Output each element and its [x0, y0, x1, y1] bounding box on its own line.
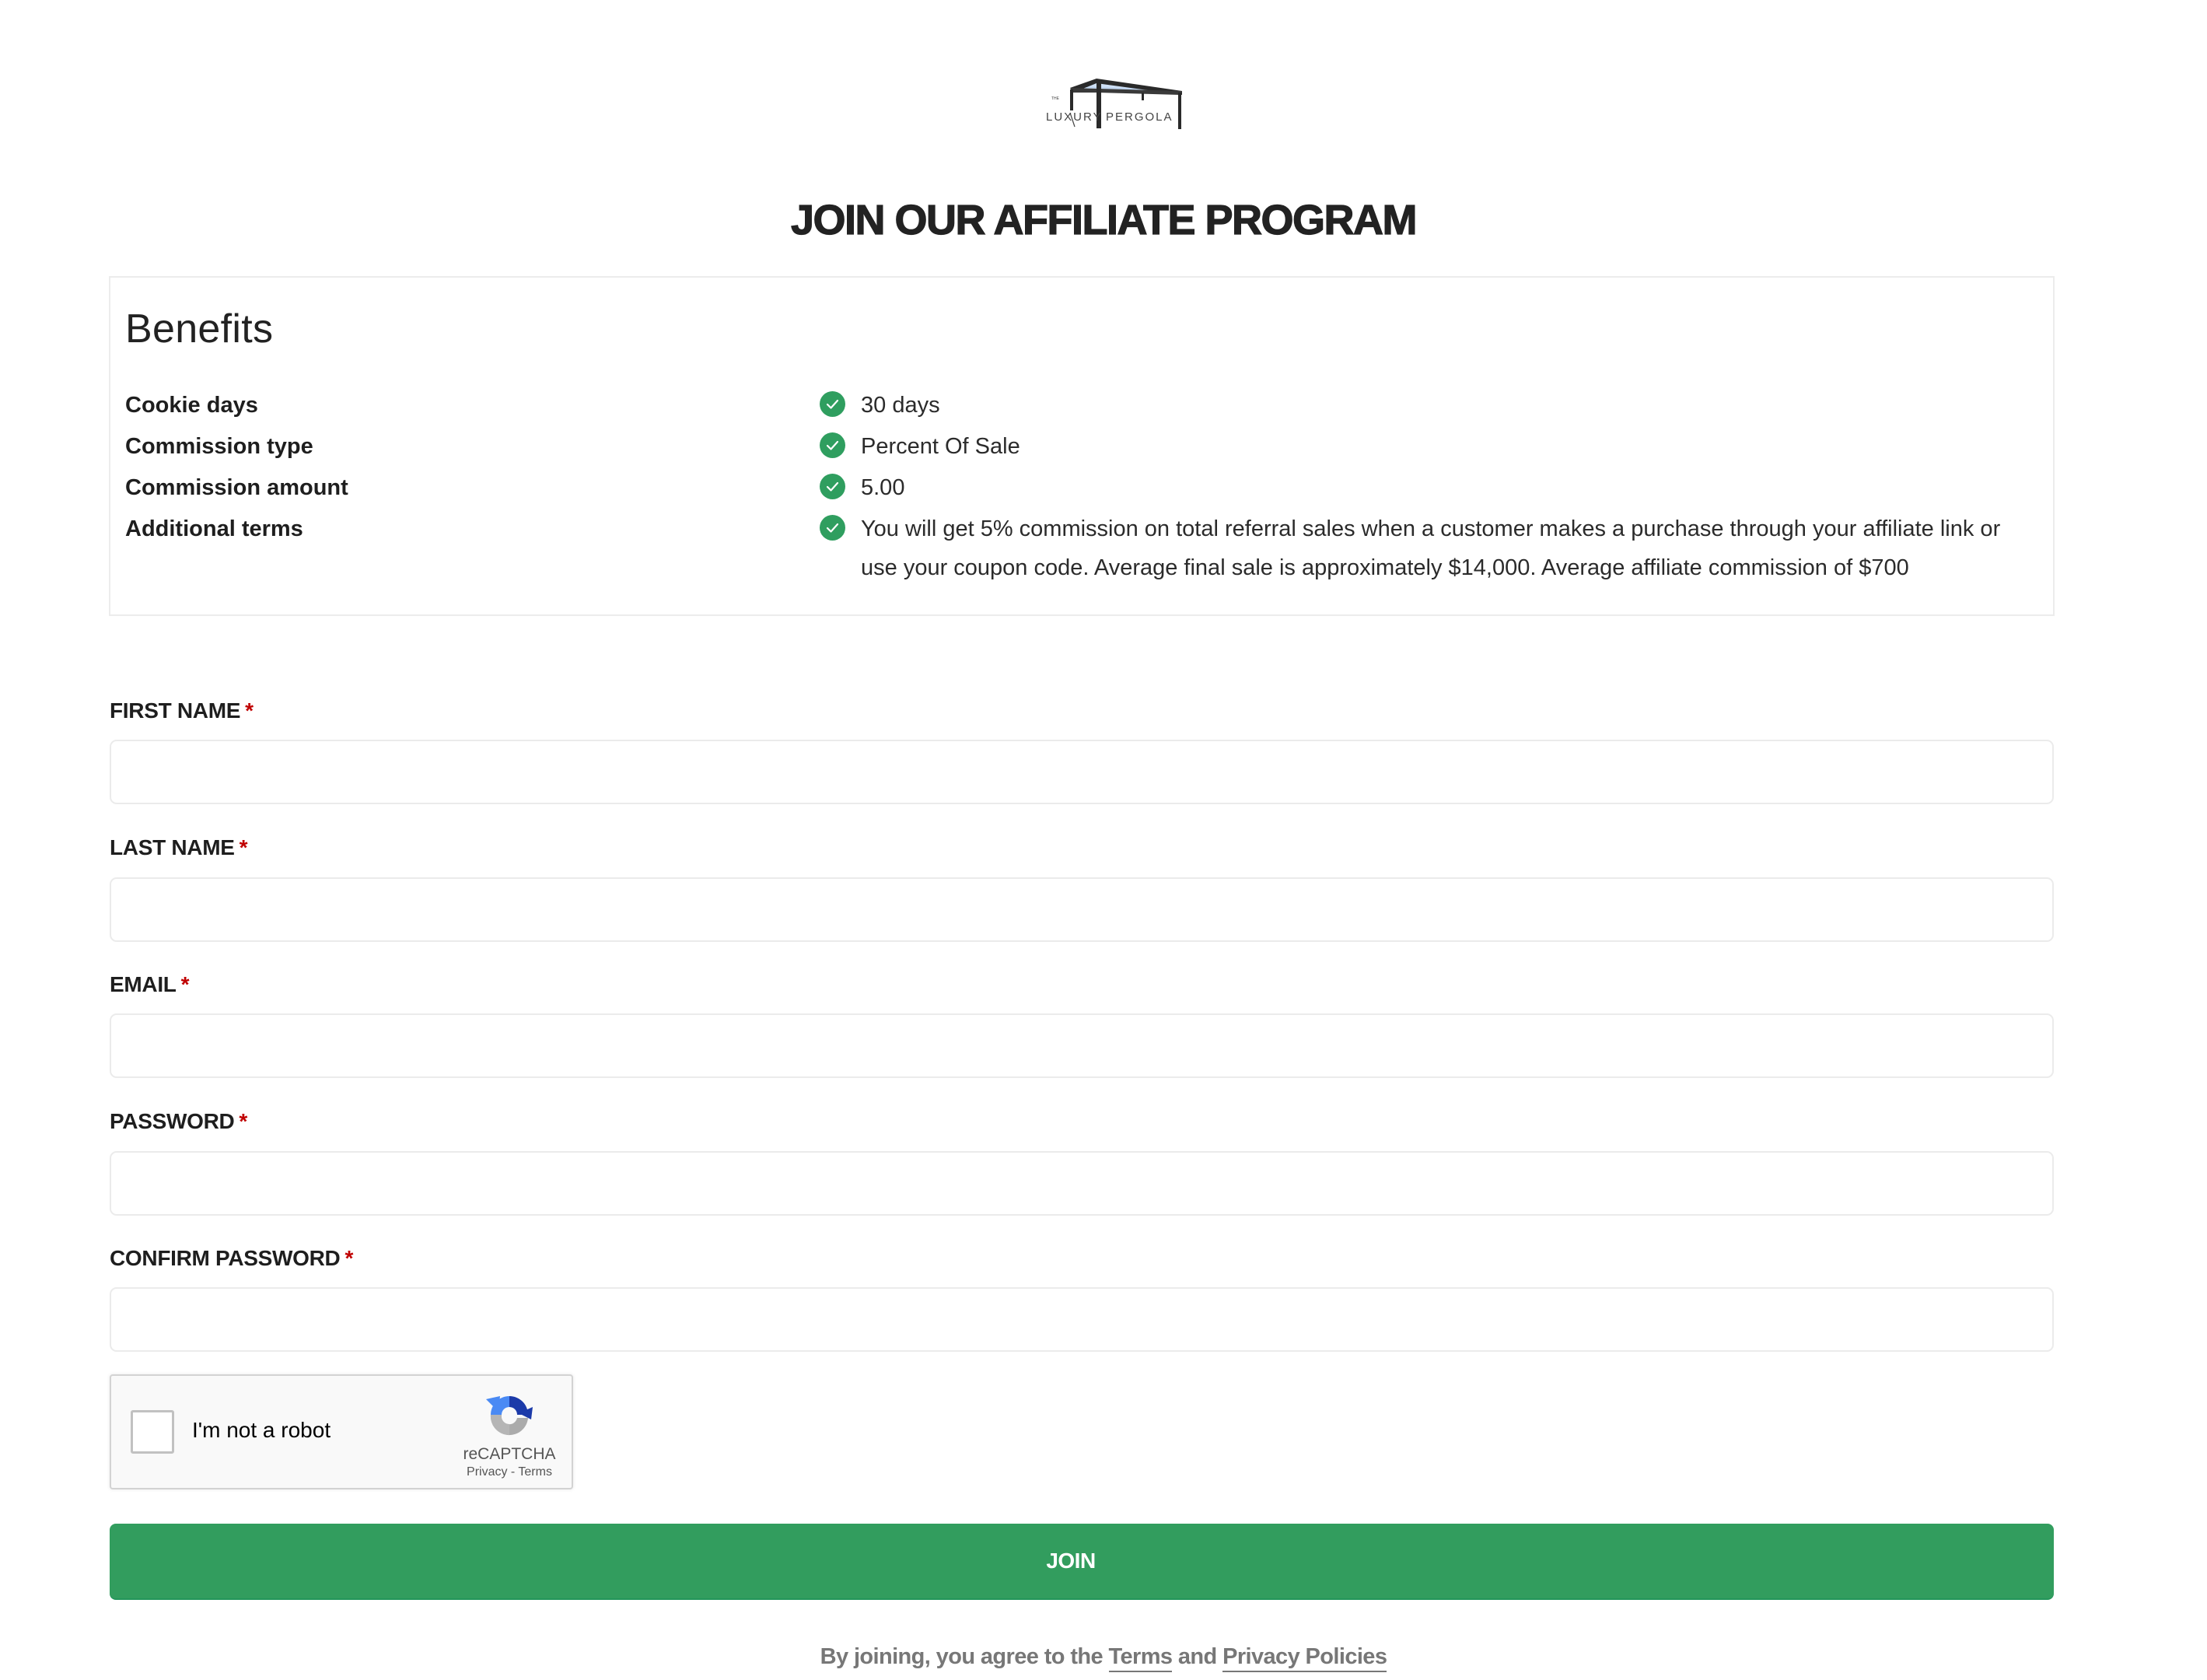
pergola-logo-icon: THE LUXURY PERGOLA: [1046, 79, 1182, 129]
privacy-policies-link[interactable]: Privacy Policies: [1222, 1644, 1387, 1672]
svg-text:THE: THE: [1051, 96, 1060, 101]
benefit-value: Percent Of Sale: [861, 434, 1020, 459]
required-marker: *: [239, 1109, 248, 1133]
benefits-panel: Benefits Cookie days 30 days Commission …: [109, 276, 2055, 616]
page-title: JOIN OUR AFFILIATE PROGRAM: [790, 196, 1418, 243]
last-name-label: LAST NAME *: [110, 835, 248, 861]
recaptcha-label: I'm not a robot: [192, 1418, 331, 1442]
recaptcha-widget: I'm not a robot reCAPTCHA Privacy - Term…: [110, 1374, 573, 1489]
required-marker: *: [239, 835, 248, 859]
password-label: PASSWORD *: [110, 1108, 247, 1135]
check-circle-icon: [820, 432, 845, 458]
recaptcha-link-separator: -: [507, 1465, 519, 1479]
benefit-label: Cookie days: [125, 393, 258, 418]
recaptcha-brand: reCAPTCHA: [463, 1445, 556, 1463]
benefit-value: 5.00: [861, 475, 905, 500]
brand-logo[interactable]: THE LUXURY PERGOLA: [1042, 74, 1190, 136]
email-label-text: EMAIL: [110, 972, 177, 996]
check-circle-icon: [820, 515, 845, 541]
last-name-input[interactable]: [110, 877, 2054, 942]
benefits-title: Benefits: [125, 306, 274, 352]
terms-prefix: By joining, you agree to the: [820, 1644, 1109, 1669]
recaptcha-links: Privacy - Terms: [446, 1465, 573, 1480]
first-name-input[interactable]: [110, 740, 2054, 804]
join-button[interactable]: JOIN: [110, 1524, 2054, 1600]
password-label-text: PASSWORD: [110, 1109, 235, 1133]
benefit-label: Commission amount: [125, 475, 348, 500]
benefit-label: Additional terms: [125, 516, 303, 541]
recaptcha-checkbox[interactable]: [131, 1410, 174, 1454]
confirm-password-label-text: CONFIRM PASSWORD: [110, 1246, 341, 1270]
recaptcha-logo-icon: [486, 1396, 533, 1436]
svg-text:LUXURY: LUXURY: [1046, 110, 1103, 124]
benefit-value: 30 days: [861, 393, 940, 418]
terms-link[interactable]: Terms: [1108, 1644, 1173, 1672]
check-circle-icon: [820, 391, 845, 417]
email-label: EMAIL *: [110, 971, 190, 998]
password-input[interactable]: [110, 1151, 2054, 1216]
email-input[interactable]: [110, 1013, 2054, 1078]
first-name-label-text: FIRST NAME: [110, 698, 241, 723]
benefit-label: Commission type: [125, 434, 313, 459]
check-circle-icon: [820, 474, 845, 499]
terms-conjunction: and: [1172, 1644, 1223, 1669]
recaptcha-terms-link[interactable]: Terms: [518, 1465, 552, 1479]
benefit-value: You will get 5% commission on total refe…: [861, 516, 2001, 580]
confirm-password-label: CONFIRM PASSWORD *: [110, 1245, 353, 1272]
last-name-label-text: LAST NAME: [110, 835, 235, 859]
join-button-label: JOIN: [1046, 1549, 1096, 1573]
required-marker: *: [345, 1246, 354, 1270]
terms-agreement-note: By joining, you agree to the Terms and P…: [0, 1643, 2207, 1672]
confirm-password-input[interactable]: [110, 1287, 2054, 1352]
svg-text:PERGOLA: PERGOLA: [1106, 110, 1173, 124]
required-marker: *: [245, 698, 254, 723]
first-name-label: FIRST NAME *: [110, 698, 254, 724]
recaptcha-privacy-link[interactable]: Privacy: [467, 1465, 507, 1479]
required-marker: *: [180, 972, 190, 996]
